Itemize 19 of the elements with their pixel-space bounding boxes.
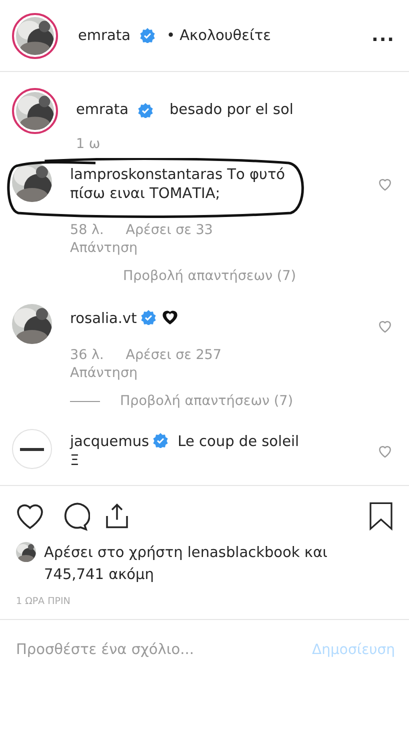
following-label[interactable]: • Ακολουθείτε	[166, 28, 271, 44]
comment-input-field[interactable]: Προσθέστε ένα σχόλιο...	[16, 642, 312, 658]
emoji-glyph: Ξ	[70, 452, 80, 471]
comment-time: 36 λ.	[70, 347, 104, 363]
comment-time: 58 λ.	[70, 222, 104, 238]
post-time: 1 ω	[76, 136, 102, 152]
comment-text: jacquemus Le coup de soleil	[70, 433, 300, 452]
username[interactable]: lamproskonstantaras	[70, 167, 223, 183]
bookmark-icon[interactable]	[367, 500, 395, 532]
username[interactable]: jacquemus	[70, 434, 150, 450]
more-options-button[interactable]: ...	[371, 25, 395, 46]
post-timestamp: 1 ΩΡΑ ΠΡΙΝ	[16, 596, 70, 607]
caption-text: besado por el sol	[169, 102, 294, 118]
likes-summary: Αρέσει στο χρήστη lenasblackbook και 745,741 ακόμη	[44, 544, 328, 585]
username[interactable]: emrata	[76, 102, 128, 118]
brand-logo-avatar	[12, 429, 52, 469]
comment-text: lamproskonstantaras Το φυτό πίσω ειναι ΤΟΜΑΤΙΑ;	[70, 166, 286, 204]
username[interactable]: emrata	[78, 28, 130, 44]
username[interactable]: rosalia.vt	[70, 311, 137, 327]
